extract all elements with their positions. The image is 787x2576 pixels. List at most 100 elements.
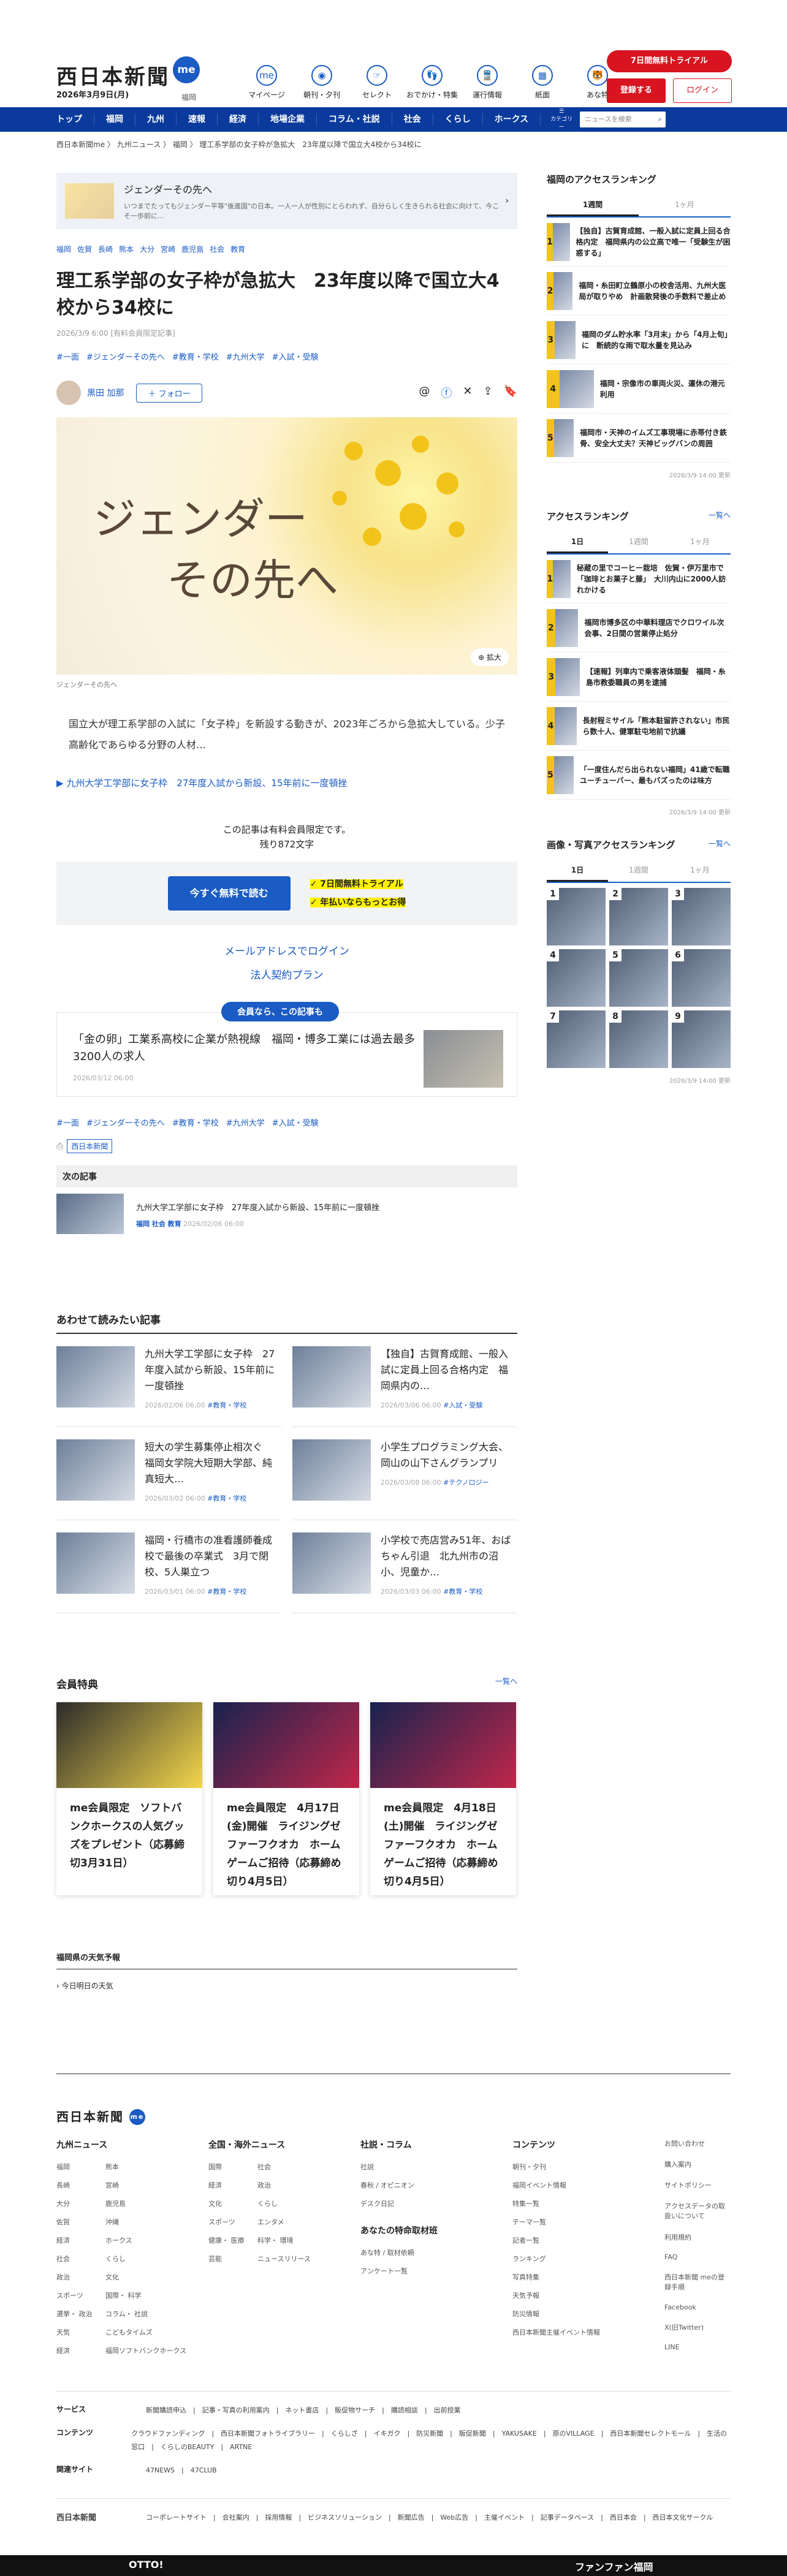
footer-link[interactable]: デスク日記 — [360, 2199, 512, 2208]
nav-top[interactable]: トップ — [56, 113, 94, 126]
footer-link[interactable]: 西日本新聞主催イベント情報 — [512, 2327, 664, 2337]
photo-item[interactable]: 1 — [547, 888, 606, 945]
print-icon[interactable]: ⎙ — [56, 1142, 63, 1151]
next-article[interactable]: 九州大学工学部に女子枠 27年度入試から新設、15年前に一度頓挫 福岡 社会 教… — [56, 1194, 517, 1234]
list-item[interactable]: 1 【独自】古賀育成館、一般入試に定員上回る合格内定 福岡県内の公立高で唯一「受験… — [547, 218, 731, 267]
footer-link[interactable]: 佐賀 — [56, 2217, 105, 2227]
more-link[interactable]: 一覧へ — [495, 1676, 517, 1691]
footer-link[interactable]: 健康・ 医療 — [208, 2235, 257, 2245]
footer-link[interactable]: FAQ — [664, 2253, 728, 2265]
photo-item[interactable]: 6 — [672, 949, 731, 1007]
tab-week[interactable]: 1週間 — [608, 531, 669, 553]
footer-link[interactable]: 利用規約 — [664, 2232, 728, 2246]
hashtag[interactable]: #一面 — [56, 353, 79, 362]
tab-week[interactable]: 1週間 — [547, 194, 639, 216]
register-button[interactable]: 登録する — [607, 78, 666, 103]
footer-link[interactable]: 科学・ 環境 — [257, 2235, 360, 2245]
tab-week[interactable]: 1週間 — [608, 860, 669, 882]
footer-link[interactable]: テーマ一覧 — [512, 2217, 664, 2227]
photo-item[interactable]: 3 — [672, 888, 731, 945]
footer-link[interactable]: 選挙・ 政治 — [56, 2309, 105, 2319]
footer-link[interactable]: あな特 / 取材依頼 — [360, 2248, 512, 2257]
footer-link[interactable]: 防災情報 — [512, 2309, 664, 2319]
nav-economy[interactable]: 経済 — [218, 113, 259, 126]
photo-item[interactable]: 2 — [609, 888, 668, 945]
footer-link[interactable]: 天気 — [56, 2327, 105, 2337]
nav-local-business[interactable]: 地場企業 — [259, 113, 317, 126]
tag[interactable]: 佐賀 — [77, 245, 92, 254]
nav-society[interactable]: 社会 — [392, 113, 433, 126]
list-item[interactable]: 4 福岡・宗像市の車両火災、運休の港元利用 — [547, 365, 731, 414]
corporate-plan-link[interactable]: 法人契約プラン — [56, 966, 517, 982]
tag[interactable]: 大分 — [140, 245, 154, 254]
more-link[interactable]: 一覧へ — [709, 510, 731, 523]
footer-link[interactable]: 文化 — [105, 2272, 208, 2282]
footer-link[interactable]: 西日本新聞 meの登録手順 — [664, 2272, 728, 2295]
perk-card[interactable]: me会員限定 ソフトバンクホークスの人気グッズをプレゼント（応募締切3月31日） — [56, 1702, 202, 1895]
footer-link[interactable]: Facebook — [664, 2303, 728, 2315]
list-item[interactable]: 短大の学生募集停止相次ぐ 福岡女学院大短期大学部、純真短大… 2026/03/02… — [56, 1427, 281, 1520]
footer-link[interactable]: サイトポリシー — [664, 2180, 728, 2194]
list-item[interactable]: 1 秘蔵の里でコーヒー栽培 佐賀・伊万里市で「珈琲とお菓子と藤」 大川内山に200… — [547, 555, 731, 604]
list-item[interactable]: 2 福岡・糸田町立鶴原小の校舎活用、九州大医局が取りやめ 計画散発後の手数料で差止… — [547, 267, 731, 316]
footer-link[interactable]: くらし — [257, 2199, 360, 2208]
footer-link[interactable]: 国際・ 科学 — [105, 2290, 208, 2300]
footer-link[interactable]: 社会 — [56, 2254, 105, 2263]
member-article-card[interactable]: 会員なら、この記事も 「金の卵」工業系高校に企業が熱視線 福岡・博多工業には過去… — [56, 1002, 517, 1097]
threads-icon[interactable]: @ — [419, 385, 430, 401]
footer-link[interactable]: 天気予報 — [512, 2290, 664, 2300]
more-link[interactable]: 一覧へ — [709, 838, 731, 851]
footer-link[interactable]: 社説 — [360, 2162, 512, 2172]
tag[interactable]: 社会 — [210, 245, 224, 254]
nav-hawks[interactable]: ホークス — [483, 113, 541, 126]
footer-link[interactable]: スポーツ — [56, 2290, 105, 2300]
breadcrumb[interactable]: 西日本新聞me 〉 九州ニュース 〉 福岡 〉 理工系学部の女子枠が急拡大 23… — [56, 132, 731, 150]
photo-item[interactable]: 9 — [672, 1010, 731, 1068]
list-item[interactable]: 3 福岡のダム貯水率「3月末」から「4月上旬」に 断続的な雨で取水量を見込み — [547, 316, 731, 365]
topnav-select[interactable]: ☞ セレクト — [349, 65, 405, 100]
perk-card[interactable]: me会員限定 4月18日(土)開催 ライジングゼファーフクオカ ホームゲームご招… — [370, 1702, 516, 1895]
source-badge[interactable]: 西日本新聞 — [67, 1139, 113, 1153]
email-login-link[interactable]: メールアドレスでログイン — [56, 942, 517, 958]
list-item[interactable]: 4 長射程ミサイル「熊本駐留許されない」市民ら数十人、健軍駐屯地前で抗議 — [547, 702, 731, 751]
photo-item[interactable]: 7 — [547, 1010, 606, 1068]
tag[interactable]: 長崎 — [98, 245, 113, 254]
tab-day[interactable]: 1日 — [547, 860, 608, 882]
list-item[interactable]: 5 「一度住んだら出られない福岡」41歳で転職ユーチューバー、最もバズったのは味方 — [547, 751, 731, 800]
hashtag[interactable]: #教育・学校 — [172, 353, 219, 362]
footer-link[interactable]: 文化 — [208, 2199, 257, 2208]
footer-link[interactable]: X(旧Twitter) — [664, 2322, 728, 2336]
perk-card[interactable]: me会員限定 4月17日(金)開催 ライジングゼファーフクオカ ホームゲームご招… — [213, 1702, 359, 1895]
list-item[interactable]: 小学校で売店営み51年、おばちゃん引退 北九州市の沼小、児童か… 2026/03/… — [292, 1520, 517, 1613]
nav-column[interactable]: コラム・社説 — [317, 113, 392, 126]
topnav-paper[interactable]: ◉ 朝刊・夕刊 — [294, 65, 349, 100]
list-item[interactable]: 【独自】古賀育成館、一般入試に定員上回る合格内定 福岡県内の… 2026/03/0… — [292, 1334, 517, 1427]
bookmark-icon[interactable]: 🔖 — [504, 385, 517, 401]
footer-link[interactable]: LINE — [664, 2343, 728, 2355]
footer-link[interactable]: 春秋 / オピニオン — [360, 2180, 512, 2190]
list-item[interactable]: 3 【速報】列車内で乗客液体頭髪 福岡・糸島市教委職員の男を逮捕 — [547, 653, 731, 702]
footer-link[interactable]: ニュースリリース — [257, 2254, 360, 2263]
hashtag[interactable]: #入試・受験 — [272, 1119, 319, 1128]
topnav-mypage[interactable]: me マイページ — [239, 65, 294, 100]
login-button[interactable]: ログイン — [673, 78, 732, 103]
photo-item[interactable]: 4 — [547, 949, 606, 1007]
search-icon[interactable]: ⌕ — [658, 112, 662, 127]
hashtag[interactable]: #一面 — [56, 1119, 79, 1128]
hashtag[interactable]: #ジェンダーその先へ — [86, 1119, 165, 1128]
read-free-button[interactable]: 今すぐ無料で読む — [167, 876, 291, 911]
footer-link[interactable]: 記者一覧 — [512, 2235, 664, 2245]
nav-kyushu[interactable]: 九州 — [135, 113, 177, 126]
tab-month[interactable]: 1ヶ月 — [669, 531, 731, 553]
footer-link[interactable]: お問い合わせ — [664, 2138, 728, 2152]
tag[interactable]: 熊本 — [119, 245, 134, 254]
topnav-outing[interactable]: 👣 おでかけ・特集 — [405, 65, 460, 100]
footer-link[interactable]: 写真特集 — [512, 2272, 664, 2282]
follow-button[interactable]: ＋ フォロー — [136, 383, 202, 403]
footer-link[interactable]: こどもタイムズ — [105, 2327, 208, 2337]
footer-link[interactable]: アンケート一覧 — [360, 2266, 512, 2276]
list-item[interactable]: 2 福岡市博多区の中華料理店でクロワイル次会事、2日間の営業停止処分 — [547, 604, 731, 653]
photo-item[interactable]: 5 — [609, 949, 668, 1007]
site-logo[interactable]: 西日本新聞 — [56, 60, 170, 90]
list-item[interactable]: 福岡・行橋市の准看護師養成校で最後の卒業式 3月で閉校、5人巣立つ 2026/03… — [56, 1520, 281, 1613]
